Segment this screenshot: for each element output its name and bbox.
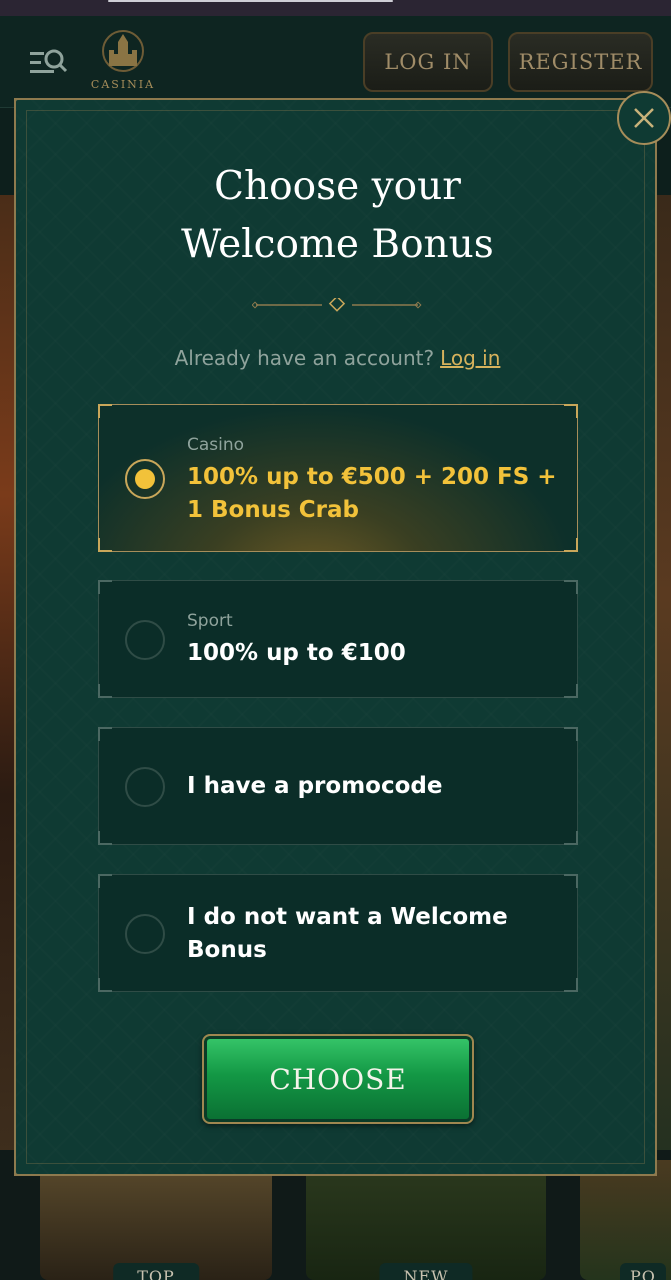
- radio-button[interactable]: [125, 620, 165, 660]
- option-category: Sport: [187, 611, 233, 631]
- modal-corner-ornament: [14, 1148, 42, 1176]
- bonus-option-promocode[interactable]: I have a promocode: [98, 727, 578, 845]
- option-corner-ornament: [98, 404, 112, 418]
- radio-button[interactable]: [125, 914, 165, 954]
- modal-title: Choose your Welcome Bonus: [16, 158, 659, 274]
- modal-title-line: Choose your: [214, 164, 461, 209]
- tile-label: TOP: [113, 1263, 199, 1280]
- option-corner-ornament: [564, 874, 578, 888]
- game-tile: TOP: [40, 1160, 272, 1280]
- tile-label: PO: [620, 1263, 666, 1280]
- option-corner-ornament: [564, 538, 578, 552]
- modal-title-line: Welcome Bonus: [181, 222, 494, 267]
- option-corner-ornament: [98, 684, 112, 698]
- option-corner-ornament: [98, 538, 112, 552]
- option-corner-ornament: [564, 580, 578, 594]
- option-text: I have a promocode: [187, 773, 443, 799]
- bonus-option-none[interactable]: I do not want a Welcome Bonus: [98, 874, 578, 992]
- modal-corner-ornament: [14, 98, 42, 126]
- game-tile: PO: [580, 1160, 671, 1280]
- login-button[interactable]: LOG IN: [363, 32, 493, 92]
- option-corner-ornament: [564, 727, 578, 741]
- account-prompt: Already have an account? Log in: [16, 346, 659, 370]
- option-text: 100% up to €100: [187, 640, 406, 666]
- background-game-art-right: [655, 195, 671, 1195]
- account-prompt-text: Already have an account?: [174, 346, 435, 370]
- close-icon: [634, 108, 654, 128]
- menu-search-icon[interactable]: [28, 48, 70, 78]
- register-button[interactable]: REGISTER: [508, 32, 653, 92]
- option-corner-ornament: [564, 978, 578, 992]
- option-corner-ornament: [564, 684, 578, 698]
- welcome-bonus-modal: Choose your Welcome Bonus Already have a…: [14, 98, 657, 1176]
- status-bar-indicator: [108, 0, 393, 2]
- tile-label: NEW: [379, 1263, 473, 1280]
- bonus-option-casino[interactable]: Casino 100% up to €500 + 200 FS + 1 Bonu…: [98, 404, 578, 552]
- option-corner-ornament: [564, 404, 578, 418]
- game-tile: NEW: [306, 1160, 546, 1280]
- ornament-divider-icon: [252, 298, 422, 312]
- site-header: CASINIA LOG IN REGISTER: [0, 16, 671, 108]
- option-category: Casino: [187, 435, 245, 455]
- brand-logo[interactable]: CASINIA: [88, 26, 158, 104]
- option-corner-ornament: [98, 978, 112, 992]
- radio-button[interactable]: [125, 767, 165, 807]
- castle-icon: [102, 30, 144, 72]
- close-button[interactable]: [617, 91, 671, 145]
- status-bar: [0, 0, 671, 16]
- modal-corner-ornament: [629, 1148, 657, 1176]
- brand-name: CASINIA: [90, 78, 156, 91]
- option-corner-ornament: [98, 831, 112, 845]
- option-corner-ornament: [98, 727, 112, 741]
- option-text: I do not want a Welcome Bonus: [187, 904, 508, 963]
- radio-button-selected[interactable]: [125, 459, 165, 499]
- option-corner-ornament: [564, 831, 578, 845]
- choose-button[interactable]: CHOOSE: [202, 1034, 474, 1124]
- option-corner-ornament: [98, 874, 112, 888]
- bonus-option-sport[interactable]: Sport 100% up to €100: [98, 580, 578, 698]
- option-text: 100% up to €500 + 200 FS + 1 Bonus Crab: [187, 464, 557, 523]
- option-corner-ornament: [98, 580, 112, 594]
- login-link[interactable]: Log in: [440, 346, 500, 370]
